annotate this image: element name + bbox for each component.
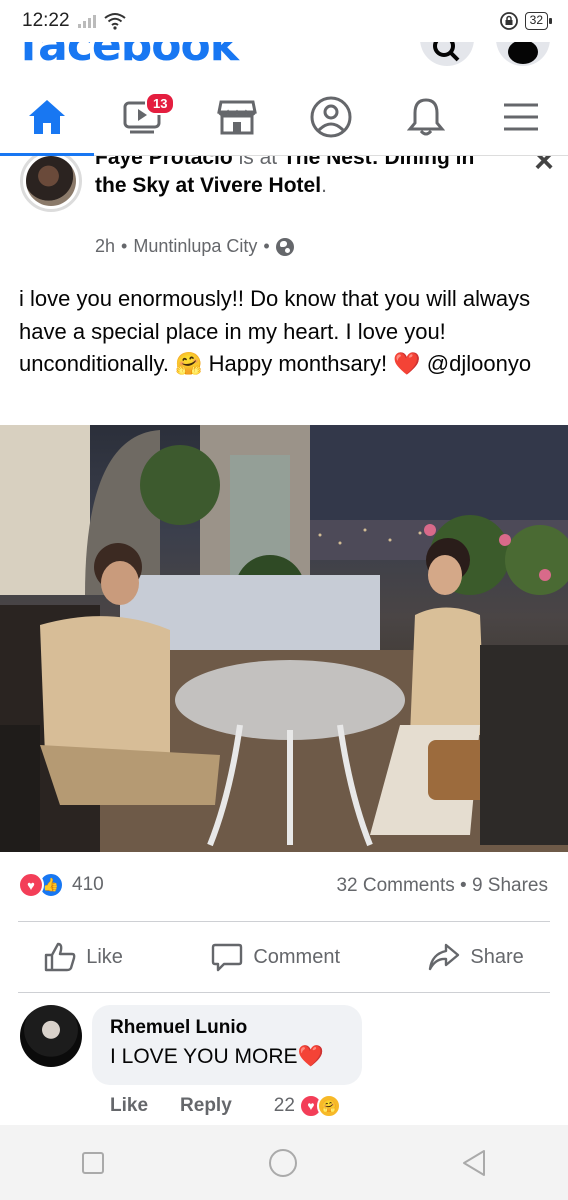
comment-label: Comment [253,945,341,968]
post-stats: 32 Comments • 9 Shares [336,875,548,896]
messenger-icon [508,42,538,64]
system-nav-bar [0,1125,568,1200]
comment-reply-button[interactable]: Reply [180,1095,232,1117]
facebook-logo: facebook [20,42,239,71]
store-icon [216,100,257,134]
is-at-label: is at [238,156,278,169]
comments-count[interactable]: 32 Comments [336,875,454,896]
post-meta: 2h • Muntinlupa City • [95,236,294,257]
comment-reaction-count: 22 [273,1095,295,1116]
nav-tabs: 13 [0,78,568,156]
recents-icon[interactable] [80,1150,106,1176]
share-icon [429,943,460,971]
post-header: Faye Protacio is at The Nest: Dining in … [0,156,568,268]
back-icon[interactable] [460,1148,488,1178]
profile-icon [310,96,352,137]
shares-count[interactable]: 9 Shares [472,875,548,896]
close-icon[interactable]: × [534,156,554,181]
reaction-count: 410 [72,874,104,895]
post-title: Faye Protacio is at The Nest: Dining in … [95,156,475,200]
reaction-summary[interactable]: ♥ 👍 410 [18,872,104,898]
post-time[interactable]: 2h [95,236,115,257]
divider [18,992,550,993]
search-icon [433,42,460,62]
tab-marketplace[interactable] [202,78,272,156]
like-button[interactable]: Like [44,942,123,972]
comment-like-button[interactable]: Like [110,1095,148,1117]
messenger-button[interactable] [496,42,550,66]
watch-badge: 13 [144,91,176,115]
love-reaction-icon: ♥ [18,872,44,898]
comment-actions: Like Reply 22 ♥ 🤗 [110,1094,341,1118]
author-name[interactable]: Faye Protacio [95,156,233,169]
post-text: i love you enormously!! Do know that you… [19,286,532,376]
share-button[interactable]: Share [428,942,524,972]
wifi-icon [103,13,126,30]
comment-text: I LOVE YOU MORE❤️ [110,1045,324,1068]
rotation-lock-icon [499,12,518,30]
tab-home[interactable] [0,78,95,156]
globe-icon [275,237,294,256]
author-avatar[interactable] [20,156,82,212]
post-actions: Like Comment Share [0,922,568,992]
like-label: Like [86,945,123,968]
battery-icon: 32 [524,12,553,30]
tab-profile[interactable] [296,78,366,156]
status-bar: 12:22 32 [0,0,568,42]
status-time: 12:22 [22,10,70,31]
commenter-name[interactable]: Rhemuel Lunio [110,1017,344,1039]
bell-icon [406,97,445,135]
app-header: facebook [0,42,568,78]
comment-button[interactable]: Comment [211,942,340,972]
home-button-icon[interactable] [267,1147,299,1179]
tab-watch[interactable]: 13 [107,78,177,156]
comment-bubble[interactable]: Rhemuel Lunio I LOVE YOU MORE❤️ [92,1005,362,1085]
commenter-avatar[interactable] [20,1005,82,1067]
share-label: Share [470,945,524,968]
search-button[interactable] [420,42,474,66]
post-location[interactable]: Muntinlupa City [133,236,257,257]
signal-icon [77,14,96,28]
thumbs-up-icon [45,942,76,972]
care-reaction-icon: 🤗 [316,1094,341,1118]
tab-notifications[interactable] [391,78,461,156]
hamburger-icon [503,103,538,130]
tab-menu[interactable] [486,78,556,156]
comment-icon [212,943,243,972]
post-photo[interactable] [0,425,568,852]
home-icon [29,99,66,134]
photo-scene [0,425,568,852]
